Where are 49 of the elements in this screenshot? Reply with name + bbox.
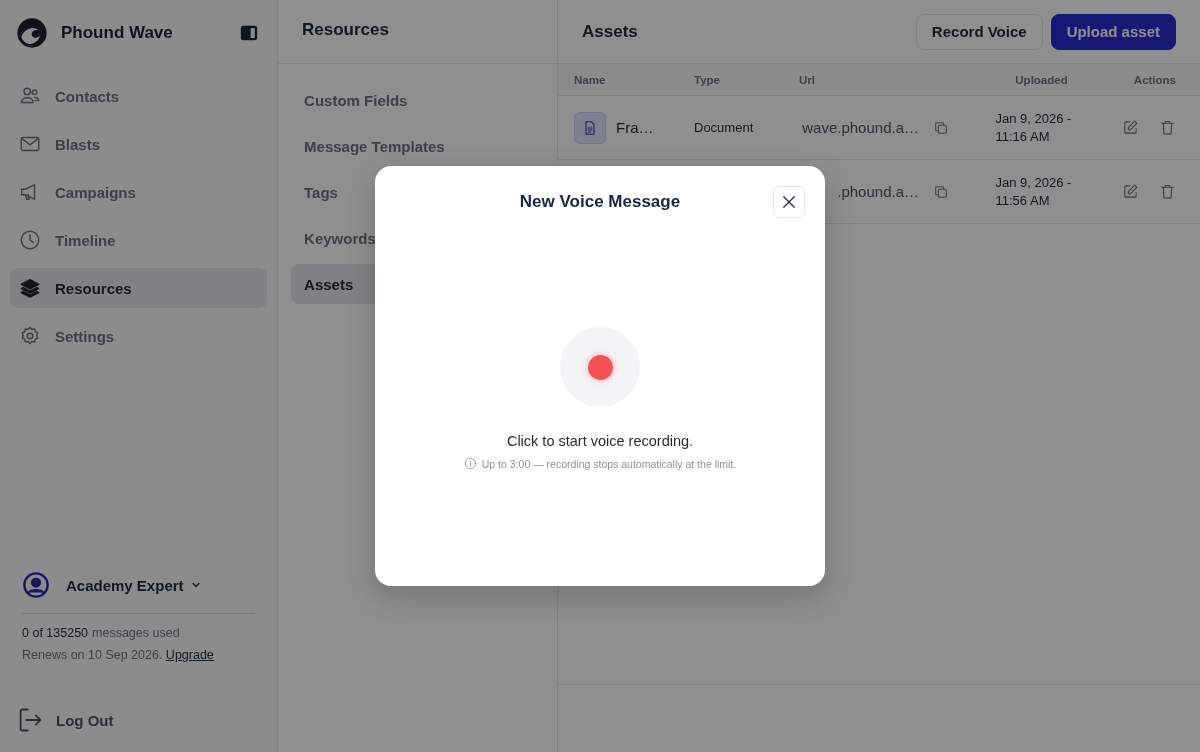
file-icon xyxy=(574,111,606,144)
account-switcher[interactable]: Academy Expert xyxy=(22,567,256,603)
record-button[interactable]: Record Voice xyxy=(915,13,1043,50)
subnav-item[interactable]: Message Templates xyxy=(291,126,544,166)
modal-title: New Voice Message xyxy=(519,192,681,212)
nav-item[interactable]: Settings xyxy=(10,316,268,356)
user-circle-icon xyxy=(22,571,50,599)
column-header: Type xyxy=(693,73,721,86)
hint-text: Up to 3:00 — recording stops automatically at the limit. xyxy=(481,457,737,470)
nav-item[interactable]: Blasts xyxy=(10,124,268,164)
asset-type: Document xyxy=(694,120,754,135)
edit-icon[interactable] xyxy=(1122,119,1139,136)
page-title: Assets xyxy=(582,21,638,42)
file-name: Fra… xyxy=(616,119,654,136)
clock-icon xyxy=(19,229,41,251)
upgrade-link[interactable]: Upgrade xyxy=(165,648,214,662)
copy-icon[interactable] xyxy=(933,183,949,200)
column-header: Actions xyxy=(1132,73,1177,86)
renewal-text: Renews on 10 Sep 2026. Upgrade xyxy=(22,648,215,662)
info-icon xyxy=(463,457,477,470)
upload-button[interactable]: Upload asset xyxy=(1050,13,1176,50)
settings-icon xyxy=(19,325,41,347)
app-name: Phound Wave xyxy=(61,23,174,43)
asset-url: wave.phound.a… xyxy=(802,119,919,136)
column-header: Name xyxy=(573,73,607,86)
trash-icon[interactable] xyxy=(1159,119,1176,136)
close-icon xyxy=(780,193,798,211)
nav-item[interactable]: Campaigns xyxy=(10,172,268,212)
stack-icon xyxy=(19,277,41,299)
sidebar-toggle-icon[interactable] xyxy=(239,23,260,43)
panel-title: Resources xyxy=(302,20,389,39)
usage-label: messages used xyxy=(92,626,180,640)
close-button[interactable] xyxy=(773,186,805,218)
copy-icon[interactable] xyxy=(933,119,949,136)
usage-count: 0 of 135250 xyxy=(22,626,89,640)
wave-logo-icon xyxy=(16,17,48,49)
column-header: Uploaded xyxy=(1014,73,1069,86)
upload-date: Jan 9, 2026 - 11:56 AM xyxy=(995,173,1073,210)
upload-date: Jan 9, 2026 - 11:16 AM xyxy=(995,109,1073,146)
nav-item[interactable]: Contacts xyxy=(10,76,268,116)
subnav-item[interactable]: Custom Fields xyxy=(291,80,544,120)
nav-item[interactable]: Resources xyxy=(10,268,268,308)
asset-url: .phound.a… xyxy=(837,183,919,200)
trash-icon[interactable] xyxy=(1159,183,1176,200)
recording-prompt: Click to start voice recording. xyxy=(506,433,694,449)
edit-icon[interactable] xyxy=(1122,183,1139,200)
nav-item[interactable]: Timeline xyxy=(10,220,268,260)
logout-button[interactable]: Log Out xyxy=(10,706,140,734)
column-header: Url xyxy=(798,73,816,86)
